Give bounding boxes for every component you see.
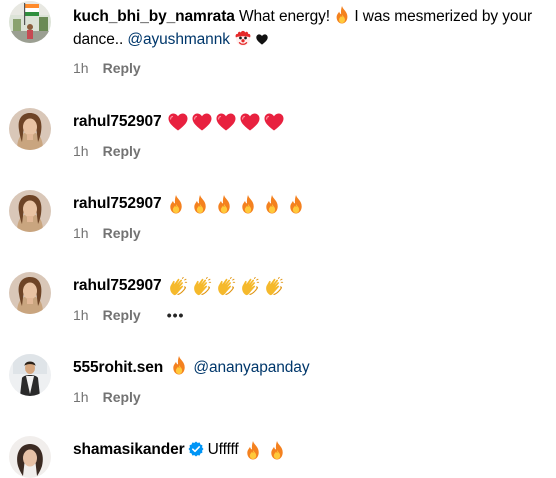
reply-button[interactable]: Reply [103,389,141,405]
comment-text: rahul752907 [73,192,552,218]
avatar[interactable] [9,272,51,314]
comment-text: shamasikander Ufffff [73,438,552,464]
comment-text: kuch_bhi_by_namrata What energy! I was m… [73,5,552,51]
comment-username[interactable]: rahul752907 [73,195,162,212]
fire-icon [264,195,280,214]
comment-timestamp: 1h [73,60,89,76]
clapping-hands-icon [264,277,284,297]
comment-text: 555rohit.sen @ananyapanday [73,356,552,379]
clapping-hands-icon [240,277,260,297]
emoji-group [168,277,288,300]
fire-icon [171,356,187,375]
reply-button[interactable]: Reply [103,60,141,76]
comment-meta: 1h Reply [73,387,141,407]
comment-text: rahul752907 [73,274,552,300]
clapping-hands-icon [168,277,188,297]
clown-face-icon [234,29,252,47]
comment-item: rahul752907 1h Reply [0,100,556,170]
fire-icon [288,195,304,214]
comment-timestamp: 1h [73,225,89,241]
comment-item: 555rohit.sen @ananyapanday 1h Reply [0,346,556,416]
comment-meta: 1h Reply [73,58,141,78]
avatar[interactable] [9,1,51,43]
avatar[interactable] [9,190,51,232]
avatar[interactable] [9,108,51,150]
comment-meta: 1h Reply [73,223,141,243]
avatar-image [9,436,51,478]
comment-username[interactable]: rahul752907 [73,277,162,294]
avatar-image [9,108,51,150]
comment-meta: 1h Reply [73,141,141,161]
emoji-group [245,441,293,464]
comment-timestamp: 1h [73,389,89,405]
red-heart-icon [168,113,188,131]
comment-timestamp: 1h [73,143,89,159]
fire-icon [245,441,261,460]
reply-button[interactable]: Reply [103,143,141,159]
red-heart-icon [240,113,260,131]
avatar-image [9,190,51,232]
comment-item: kuch_bhi_by_namrata What energy! I was m… [0,0,556,85]
comment-username[interactable]: 555rohit.sen [73,359,163,376]
comment-text-part: What energy! [234,8,335,25]
fire-icon [269,441,285,460]
comment-text-part: Ufffff [207,441,239,458]
comment-item: rahul752907 1h Reply [0,182,556,252]
avatar[interactable] [9,436,51,478]
avatar-image [9,1,51,43]
clapping-hands-icon [216,277,236,297]
fire-icon [192,195,208,214]
fire-icon [216,195,232,214]
avatar[interactable] [9,354,51,396]
comment-timestamp: 1h [73,307,89,323]
comment-item: shamasikander Ufffff [0,428,556,478]
comment-username[interactable]: kuch_bhi_by_namrata [73,8,235,25]
comment-username[interactable]: shamasikander [73,441,185,458]
clapping-hands-icon [192,277,212,297]
black-heart-icon [256,34,268,45]
reply-button[interactable]: Reply [103,225,141,241]
comment-item: rahul752907 1h Reply ••• [0,264,556,334]
reply-button[interactable]: Reply [103,307,141,323]
red-heart-icon [192,113,212,131]
more-options-button[interactable]: ••• [167,305,185,325]
emoji-group [168,195,312,218]
verified-badge-icon [188,441,204,457]
mention-link[interactable]: @ananyapanday [193,359,309,376]
fire-icon [334,6,350,24]
comment-meta: 1h Reply ••• [73,305,184,325]
avatar-image [9,272,51,314]
fire-icon [168,195,184,214]
emoji-group [168,113,288,136]
mention-link[interactable]: @ayushmannk [127,31,230,48]
red-heart-icon [216,113,236,131]
comment-username[interactable]: rahul752907 [73,113,162,130]
avatar-image [9,354,51,396]
fire-icon [240,195,256,214]
red-heart-icon [264,113,284,131]
comment-text: rahul752907 [73,110,552,136]
